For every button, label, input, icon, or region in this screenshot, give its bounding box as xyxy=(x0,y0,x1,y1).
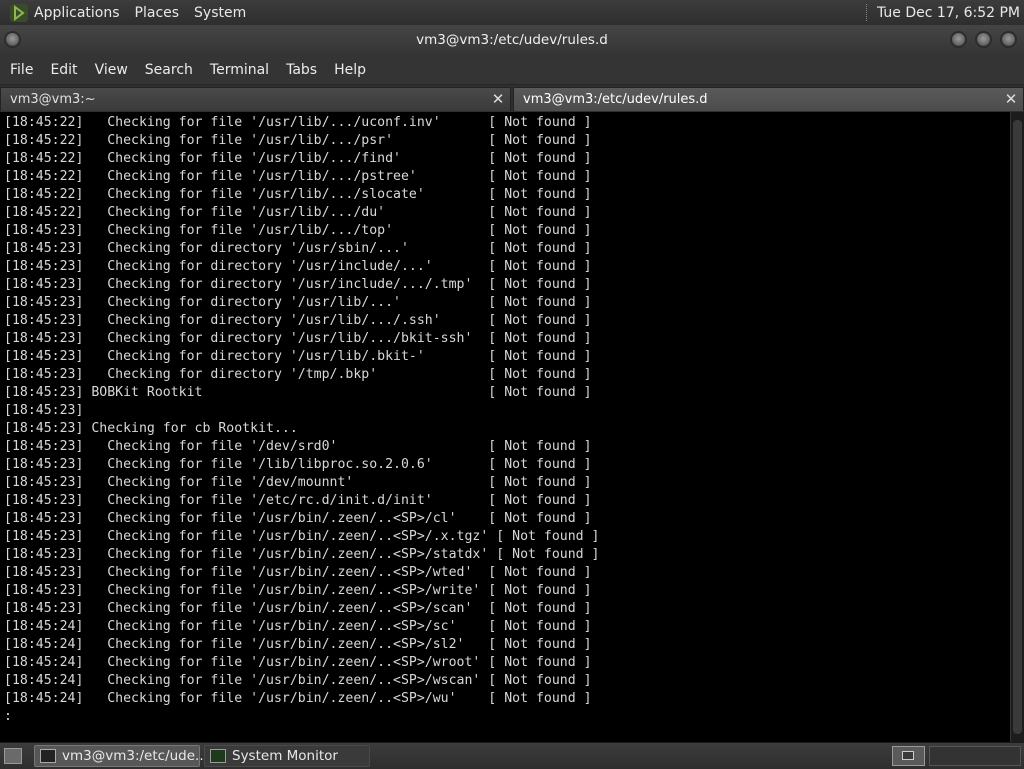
terminal-line: [18:45:23] Checking for directory '/usr/… xyxy=(4,277,592,292)
terminal-line: [18:45:22] Checking for file '/usr/lib/.… xyxy=(4,133,592,148)
menu-edit[interactable]: Edit xyxy=(50,62,77,78)
terminal-line: [18:45:23] Checking for file '/lib/libpr… xyxy=(4,457,592,472)
menu-tabs[interactable]: Tabs xyxy=(286,62,317,78)
terminal-line: [18:45:23] BOBKit Rootkit [ Not found ] xyxy=(4,385,592,400)
terminal-line: [18:45:23] Checking for directory '/usr/… xyxy=(4,241,592,256)
menu-file[interactable]: File xyxy=(10,62,33,78)
taskbar-item-terminal[interactable]: vm3@vm3:/etc/ude... xyxy=(34,745,208,767)
show-desktop-icon[interactable] xyxy=(4,748,22,764)
system-monitor-icon xyxy=(210,749,226,763)
terminal-output[interactable]: [18:45:22] Checking for file '/usr/lib/.… xyxy=(0,112,1010,742)
terminal-line: [18:45:22] Checking for file '/usr/lib/.… xyxy=(4,187,592,202)
tab-home[interactable]: vm3@vm3:~ ✕ xyxy=(0,87,511,111)
terminal-line: [18:45:22] Checking for file '/usr/lib/.… xyxy=(4,205,592,220)
distro-logo-icon[interactable] xyxy=(10,3,28,22)
terminal-line: [18:45:22] Checking for file '/usr/lib/.… xyxy=(4,169,592,184)
menu-terminal[interactable]: Terminal xyxy=(210,62,269,78)
terminal-line: [18:45:22] Checking for file '/usr/lib/.… xyxy=(4,151,592,166)
workspace-window-icon xyxy=(902,751,914,760)
menubar: File Edit View Search Terminal Tabs Help xyxy=(0,55,1024,85)
terminal-line: [18:45:24] Checking for file '/usr/bin/.… xyxy=(4,691,592,706)
terminal-lines: [18:45:22] Checking for file '/usr/lib/.… xyxy=(0,112,1010,726)
places-menu[interactable]: Places xyxy=(135,5,180,21)
terminal-line: [18:45:23] Checking for file '/usr/bin/.… xyxy=(4,511,592,526)
terminal-line: [18:45:23] Checking for file '/usr/bin/.… xyxy=(4,529,600,544)
terminal-line: [18:45:23] Checking for directory '/usr/… xyxy=(4,313,592,328)
terminal-line: [18:45:23] Checking for file '/usr/lib/.… xyxy=(4,223,592,238)
terminal-line: [18:45:23] Checking for file '/dev/srd0'… xyxy=(4,439,592,454)
terminal-line: [18:45:22] Checking for file '/usr/lib/.… xyxy=(4,115,592,130)
menu-view[interactable]: View xyxy=(95,62,128,78)
bottom-panel: vm3@vm3:/etc/ude... System Monitor xyxy=(0,742,1024,769)
window-titlebar[interactable]: vm3@vm3:/etc/udev/rules.d xyxy=(0,25,1024,55)
taskbar-item-label: System Monitor xyxy=(232,748,338,764)
tab-bar: vm3@vm3:~ ✕ vm3@vm3:/etc/udev/rules.d ✕ xyxy=(0,85,1024,112)
terminal-line: [18:45:23] Checking for file '/usr/bin/.… xyxy=(4,583,592,598)
minimize-button[interactable] xyxy=(950,31,967,48)
tab-rules-d[interactable]: vm3@vm3:/etc/udev/rules.d ✕ xyxy=(513,87,1024,111)
terminal-line: [18:45:23] Checking for cb Rootkit... xyxy=(4,421,298,436)
terminal-line: [18:45:23] Checking for directory '/usr/… xyxy=(4,259,592,274)
menu-search[interactable]: Search xyxy=(145,62,193,78)
terminal-line: [18:45:24] Checking for file '/usr/bin/.… xyxy=(4,673,592,688)
terminal-line: [18:45:23] xyxy=(4,403,84,418)
system-menu[interactable]: System xyxy=(194,5,246,21)
top-panel: Applications Places System Tue Dec 17, 6… xyxy=(0,0,1024,26)
close-tab-icon[interactable]: ✕ xyxy=(1003,90,1019,108)
terminal-line: [18:45:23] Checking for directory '/usr/… xyxy=(4,349,592,364)
panel-separator xyxy=(865,4,869,21)
workspace-switcher-2[interactable] xyxy=(929,746,1021,766)
terminal-line: : xyxy=(4,709,12,724)
terminal-line: [18:45:24] Checking for file '/usr/bin/.… xyxy=(4,619,592,634)
menu-help[interactable]: Help xyxy=(334,62,366,78)
terminal-line: [18:45:23] Checking for directory '/usr/… xyxy=(4,295,592,310)
tab-label: vm3@vm3:/etc/udev/rules.d xyxy=(523,92,708,107)
maximize-button[interactable] xyxy=(975,31,992,48)
workspace-switcher-1[interactable] xyxy=(892,746,925,766)
clock[interactable]: Tue Dec 17, 6:52 PM xyxy=(877,5,1020,21)
terminal-line: [18:45:23] Checking for directory '/usr/… xyxy=(4,331,592,346)
scrollbar-thumb[interactable] xyxy=(1013,120,1022,734)
terminal-line: [18:45:24] Checking for file '/usr/bin/.… xyxy=(4,655,592,670)
terminal-line: [18:45:23] Checking for file '/dev/mounn… xyxy=(4,475,592,490)
terminal-line: [18:45:23] Checking for file '/usr/bin/.… xyxy=(4,547,600,562)
taskbar-item-label: vm3@vm3:/etc/ude... xyxy=(62,748,208,764)
tab-label: vm3@vm3:~ xyxy=(10,92,96,107)
terminal-line: [18:45:23] Checking for file '/etc/rc.d/… xyxy=(4,493,592,508)
terminal-line: [18:45:24] Checking for file '/usr/bin/.… xyxy=(4,637,592,652)
terminal-scrollbar[interactable] xyxy=(1010,112,1024,742)
applications-menu[interactable]: Applications xyxy=(34,5,120,21)
taskbar-item-system-monitor[interactable]: System Monitor xyxy=(204,745,370,767)
terminal-line: [18:45:23] Checking for file '/usr/bin/.… xyxy=(4,601,592,616)
terminal-line: [18:45:23] Checking for file '/usr/bin/.… xyxy=(4,565,592,580)
close-button[interactable] xyxy=(1000,31,1017,48)
terminal-line: [18:45:23] Checking for directory '/tmp/… xyxy=(4,367,592,382)
terminal-icon xyxy=(40,749,56,763)
window-title: vm3@vm3:/etc/udev/rules.d xyxy=(416,32,608,48)
close-tab-icon[interactable]: ✕ xyxy=(490,90,506,108)
